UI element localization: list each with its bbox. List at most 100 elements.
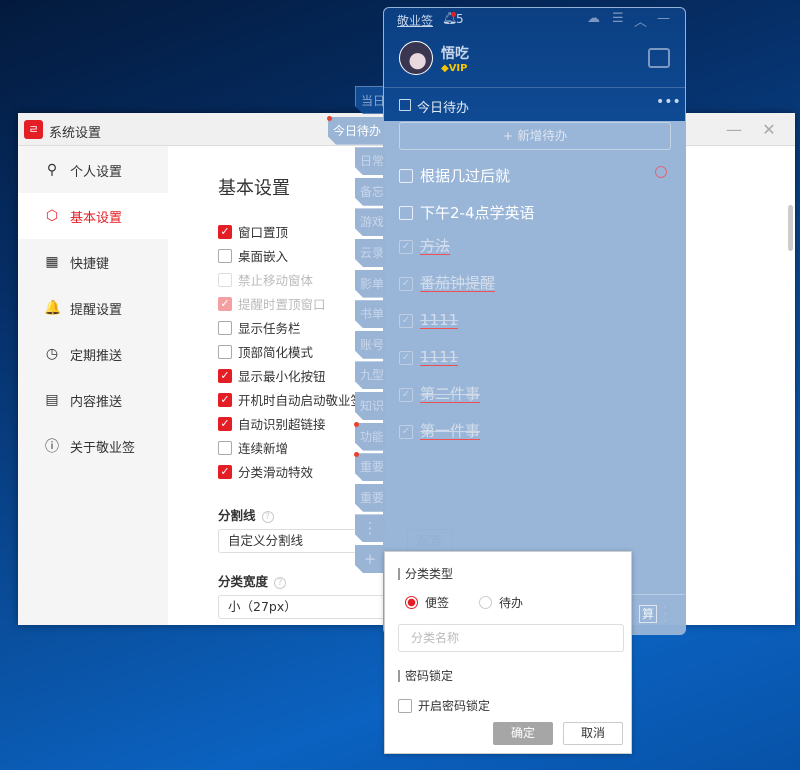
cancel-button[interactable]: 取消 (563, 722, 623, 745)
todo-item[interactable]: ✓ 1111 (399, 313, 459, 329)
category-name-input[interactable]: 分类名称 (398, 624, 624, 652)
category-tab[interactable]: 今日待办 (328, 117, 384, 145)
checkbox-icon[interactable] (399, 205, 413, 220)
alarm-clock-icon[interactable] (655, 166, 667, 178)
category-tab[interactable]: + (355, 545, 385, 573)
category-tab[interactable]: 当日 (355, 86, 385, 114)
checkbox-checked-icon: ✓ (218, 368, 232, 383)
todo-text: 番茄钟提醒 (420, 274, 496, 292)
radio-label: 便签 (425, 596, 450, 610)
todo-item[interactable]: ✓ 第一件事 (399, 424, 481, 440)
vip-badge[interactable]: ◆VIP (441, 63, 467, 74)
checkbox-icon (218, 320, 232, 335)
category-tab[interactable]: 影单 (355, 270, 385, 298)
sidebar-item[interactable]: 🔔 提醒设置 (18, 285, 168, 331)
sidebar-item[interactable]: ◷ 定期推送 (18, 331, 168, 377)
option-label: 显示任务栏 (238, 321, 301, 336)
calendar-check-icon (399, 99, 411, 111)
option-label: 顶部简化模式 (238, 345, 314, 360)
category-tab[interactable]: 账号 (355, 331, 385, 359)
bell-icon: 🔔 (44, 300, 62, 316)
category-tab[interactable]: 知识 (355, 392, 385, 420)
option-checkbox[interactable]: ✓ 开机时自动启动敬业签 (218, 390, 363, 409)
divider-label: 分割线? (218, 505, 274, 524)
radio-todo[interactable]: 待办 (479, 594, 523, 611)
option-checkbox[interactable]: ✓ 显示最小化按钮 (218, 366, 326, 385)
category-tab[interactable]: 云录 (355, 239, 385, 267)
menu-icon[interactable]: ☰ (612, 11, 624, 26)
help-icon[interactable]: ? (261, 511, 274, 523)
option-checkbox[interactable]: 显示任务栏 (218, 318, 301, 337)
password-lock-checkbox[interactable]: 开启密码锁定 (398, 697, 490, 714)
option-checkbox[interactable]: 顶部简化模式 (218, 342, 313, 361)
lock-section-label: 密码锁定 (398, 670, 453, 682)
calculator-icon[interactable]: 算 (639, 605, 657, 623)
category-tab[interactable]: 九型 (355, 361, 385, 389)
close-button[interactable]: ✕ (757, 119, 781, 141)
keyboard-icon: ▦ (45, 254, 59, 270)
confirm-button[interactable]: 确定 (493, 722, 553, 745)
help-icon[interactable]: ? (274, 577, 287, 589)
notification-count: 5 (456, 12, 464, 26)
category-tab[interactable]: ⋮ (355, 514, 385, 542)
minimize-button[interactable]: — (722, 119, 746, 141)
sidebar-item-label: 定期推送 (70, 348, 123, 364)
todo-item[interactable]: ✓ 番茄钟提醒 (399, 274, 496, 292)
checkbox-icon[interactable] (399, 168, 413, 183)
checkbox-icon (398, 698, 412, 713)
avatar[interactable] (399, 41, 433, 75)
option-checkbox[interactable]: ✓ 分类滑动特效 (218, 462, 313, 481)
sidebar-item[interactable]: ⓘ 关于敬业签 (18, 423, 168, 469)
drag-handle-icon[interactable]: · · · (663, 601, 667, 627)
checkbox-checked-icon[interactable]: ✓ (399, 388, 413, 402)
checkbox-checked-icon[interactable]: ✓ (399, 277, 413, 291)
option-checkbox[interactable]: 连续新增 (218, 438, 288, 457)
add-todo-button[interactable]: + 新增待办 (399, 122, 671, 150)
app-logo-icon: ㄹ (24, 120, 43, 139)
cloud-sync-icon[interactable]: ☁ (587, 11, 600, 26)
option-label: 桌面嵌入 (238, 249, 289, 264)
option-checkbox[interactable]: ✓ 窗口置顶 (218, 222, 288, 241)
option-checkbox[interactable]: ✓ 自动识别超链接 (218, 414, 326, 433)
checkbox-checked-icon[interactable]: ✓ (399, 240, 413, 254)
category-tab[interactable]: 重要 (355, 453, 385, 481)
checkbox-checked-icon[interactable]: ✓ (399, 314, 413, 328)
category-tab[interactable]: 书单 (355, 300, 385, 328)
calendar-icon[interactable] (648, 48, 670, 68)
checkbox-checked-icon: ✓ (218, 392, 232, 407)
width-select[interactable]: 小（27px） (218, 595, 398, 619)
category-tab[interactable]: 日常 (355, 147, 385, 175)
todo-item[interactable]: 下午2-4点学英语 (399, 202, 535, 223)
scrollbar[interactable] (788, 205, 793, 251)
sidebar-item-label: 基本设置 (70, 210, 123, 226)
todo-item[interactable]: 根据几过后就 (399, 165, 510, 186)
category-tab[interactable]: 备忘 (355, 178, 385, 206)
todo-item[interactable]: ✓ 第二件事 (399, 387, 481, 403)
more-icon[interactable]: ••• (656, 94, 681, 110)
sidebar-item[interactable]: ▤ 内容推送 (18, 377, 168, 423)
sidebar-item-label: 提醒设置 (70, 302, 123, 318)
todo-item[interactable]: ✓ 方法 (399, 239, 451, 255)
app-name-link[interactable]: 敬业签 (397, 12, 433, 29)
sidebar-item[interactable]: ⚲ 个人设置 (18, 147, 168, 193)
sidebar-item[interactable]: ▦ 快捷键 (18, 239, 168, 285)
collapse-icon[interactable]: ︿ (634, 11, 647, 30)
type-section-label: 分类类型 (398, 568, 453, 580)
category-tab[interactable]: 功能 (355, 423, 385, 451)
todo-item[interactable]: ✓ 1111 (399, 350, 459, 366)
option-checkbox: 禁止移动窗体 (218, 270, 313, 289)
list-title: 今日待办 (417, 101, 470, 116)
category-tab[interactable]: 重要 (355, 484, 385, 512)
category-popup: 分类类型 便签 待办 分类名称 密码锁定 开启密码锁定 确定 取消 (384, 551, 632, 754)
checkbox-checked-icon[interactable]: ✓ (399, 425, 413, 439)
option-label: 连续新增 (238, 441, 289, 456)
sidebar-item[interactable]: ⬡ 基本设置 (18, 193, 168, 239)
option-label: 显示最小化按钮 (238, 369, 326, 384)
document-icon: ▤ (45, 392, 59, 408)
radio-note[interactable]: 便签 (405, 594, 449, 611)
category-tab[interactable]: 游戏 (355, 208, 385, 236)
checkbox-checked-icon[interactable]: ✓ (399, 351, 413, 365)
option-checkbox[interactable]: 桌面嵌入 (218, 246, 288, 265)
page-title: 基本设置 (218, 178, 290, 199)
minimize-icon[interactable]: — (657, 11, 670, 26)
